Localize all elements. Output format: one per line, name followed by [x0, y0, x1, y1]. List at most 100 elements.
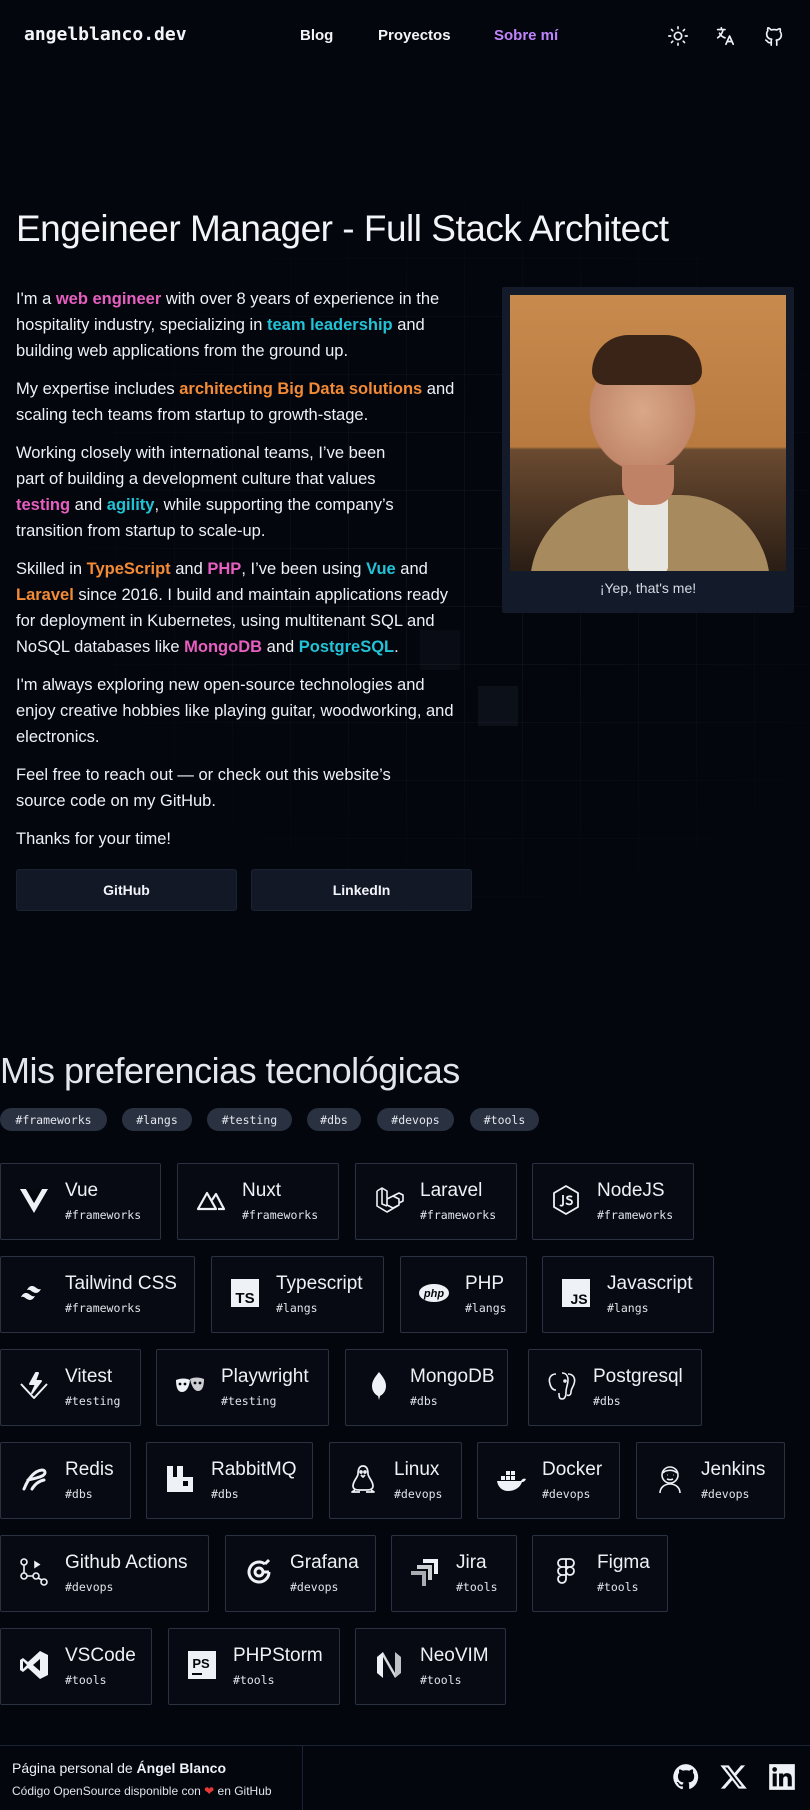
tag-langs[interactable]: #langs: [122, 1108, 192, 1131]
highlight: architecting Big Data solutions: [179, 380, 423, 398]
tech-card-jira[interactable]: Jira #tools: [391, 1535, 517, 1612]
hero-title: Engeineer Manager - Full Stack Architect: [16, 208, 669, 249]
github-icon[interactable]: [672, 1763, 700, 1791]
highlight: Vue: [366, 560, 396, 578]
vscode-icon: [17, 1648, 51, 1682]
tech-name: Docker: [542, 1459, 603, 1480]
tech-name: Postgresql: [593, 1366, 683, 1387]
tech-category: #tools: [456, 1580, 498, 1594]
tech-name: VSCode: [65, 1645, 136, 1666]
highlight: Laravel: [16, 586, 74, 604]
vue-icon: [17, 1183, 51, 1217]
tech-card-grafana[interactable]: Grafana #devops: [225, 1535, 376, 1612]
github-actions-icon: [17, 1555, 51, 1589]
tech-name: NodeJS: [597, 1180, 665, 1201]
linkedin-button[interactable]: LinkedIn: [251, 869, 472, 911]
tech-name: Typescript: [276, 1273, 363, 1294]
tech-card-javascript[interactable]: JS Javascript #langs: [542, 1256, 714, 1333]
php-icon: php: [417, 1276, 451, 1310]
linkedin-icon[interactable]: [768, 1763, 796, 1791]
translate-icon[interactable]: [711, 22, 739, 50]
highlight: PostgreSQL: [298, 638, 395, 656]
linux-icon: [346, 1462, 380, 1496]
tech-card-playwright[interactable]: Playwright #testing: [156, 1349, 329, 1426]
tech-name: Javascript: [607, 1273, 693, 1294]
tech-category: #devops: [290, 1580, 339, 1594]
tag-tools[interactable]: #tools: [470, 1108, 539, 1131]
tech-card-php[interactable]: php PHP #langs: [400, 1256, 527, 1333]
tech-card-rabbitmq[interactable]: RabbitMQ #dbs: [146, 1442, 313, 1519]
tech-card-vitest[interactable]: Vitest #testing: [0, 1349, 141, 1426]
footer-opensource-note[interactable]: Código OpenSource disponible con ❤ en Gi…: [12, 1784, 272, 1798]
tech-card-vue[interactable]: Vue #frameworks: [0, 1163, 161, 1240]
javascript-icon: JS: [559, 1276, 593, 1310]
tech-card-postgresql[interactable]: Postgresql #dbs: [528, 1349, 702, 1426]
tech-name: PHP: [465, 1273, 505, 1294]
tech-name: MongoDB: [410, 1366, 495, 1387]
tech-card-jenkins[interactable]: Jenkins #devops: [636, 1442, 785, 1519]
tech-card-github-actions[interactable]: Github Actions #devops: [0, 1535, 209, 1612]
highlight: team leadership: [266, 316, 393, 334]
bio-paragraph: I'm always exploring new open-source tec…: [16, 676, 454, 746]
tech-category: #frameworks: [420, 1208, 497, 1222]
profile-photo-card: ¡Yep, that's me!: [502, 287, 794, 613]
highlight: MongoDB: [184, 638, 263, 656]
grafana-icon: [242, 1555, 276, 1589]
tech-card-mongodb[interactable]: MongoDB #dbs: [345, 1349, 508, 1426]
tech-card-redis[interactable]: Redis #dbs: [0, 1442, 131, 1519]
redis-icon: [17, 1462, 51, 1496]
footer-credit: Página personal de Ángel Blanco: [12, 1760, 227, 1776]
tech-category: #langs: [607, 1301, 649, 1315]
phpstorm-icon: PS: [185, 1648, 219, 1682]
bio-paragraph: Working closely with international teams…: [16, 444, 394, 540]
brand-logo[interactable]: angelblanco.dev: [24, 24, 187, 45]
tech-name: Jenkins: [701, 1459, 766, 1480]
footer: Página personal de Ángel Blanco Código O…: [0, 1745, 810, 1810]
nav-link-blog[interactable]: Blog: [300, 27, 333, 44]
tag-devops[interactable]: #devops: [377, 1108, 454, 1131]
tech-category: #frameworks: [65, 1301, 142, 1315]
tech-name: Grafana: [290, 1552, 359, 1573]
tech-card-vscode[interactable]: VSCode #tools: [0, 1628, 152, 1705]
nav-link-proyectos[interactable]: Proyectos: [378, 27, 451, 44]
tech-card-linux[interactable]: Linux #devops: [329, 1442, 462, 1519]
highlight: TypeScript: [86, 560, 171, 578]
highlight: web engineer: [55, 290, 162, 308]
tag-testing[interactable]: #testing: [207, 1108, 292, 1131]
tech-name: RabbitMQ: [211, 1459, 297, 1480]
tech-category: #langs: [276, 1301, 318, 1315]
svg-text:JS: JS: [570, 1291, 587, 1307]
tech-name: Jira: [456, 1552, 487, 1573]
tech-name: Linux: [394, 1459, 440, 1480]
tag-frameworks[interactable]: #frameworks: [0, 1108, 107, 1131]
nodejs-icon: [549, 1183, 583, 1217]
sun-icon[interactable]: [664, 22, 692, 50]
tech-category: #dbs: [410, 1394, 438, 1408]
github-button[interactable]: GitHub: [16, 869, 237, 911]
tag-dbs[interactable]: #dbs: [307, 1108, 361, 1131]
tech-card-nodejs[interactable]: NodeJS #frameworks: [532, 1163, 694, 1240]
tech-name: Github Actions: [65, 1552, 188, 1573]
bio-paragraph: Skilled in TypeScript and PHP, I’ve been…: [16, 560, 449, 656]
tech-card-tailwind[interactable]: Tailwind CSS #frameworks: [0, 1256, 195, 1333]
rabbitmq-icon: [163, 1462, 197, 1496]
tech-card-neovim[interactable]: NeoVIM #tools: [355, 1628, 506, 1705]
tech-name: Redis: [65, 1459, 114, 1480]
tech-card-nuxt[interactable]: Nuxt #frameworks: [177, 1163, 339, 1240]
tech-name: Playwright: [221, 1366, 309, 1387]
tech-card-typescript[interactable]: TS Typescript #langs: [211, 1256, 384, 1333]
nav-link-sobre-mi[interactable]: Sobre mí: [494, 27, 558, 44]
profile-photo: [510, 295, 786, 571]
highlight: PHP: [207, 560, 242, 578]
tech-card-laravel[interactable]: Laravel #frameworks: [355, 1163, 517, 1240]
tech-category: #tools: [65, 1673, 107, 1687]
tech-card-figma[interactable]: Figma #tools: [532, 1535, 668, 1612]
bio-paragraph: My expertise includes architecting Big D…: [16, 380, 455, 424]
tech-card-docker[interactable]: Docker #devops: [477, 1442, 620, 1519]
x-icon[interactable]: [720, 1763, 748, 1791]
tech-name: NeoVIM: [420, 1645, 489, 1666]
tech-category: #testing: [221, 1394, 277, 1408]
bio-paragraph: Feel free to reach out — or check out th…: [16, 766, 391, 810]
tech-card-phpstorm[interactable]: PS PHPStorm #tools: [168, 1628, 340, 1705]
github-icon[interactable]: [760, 22, 788, 50]
